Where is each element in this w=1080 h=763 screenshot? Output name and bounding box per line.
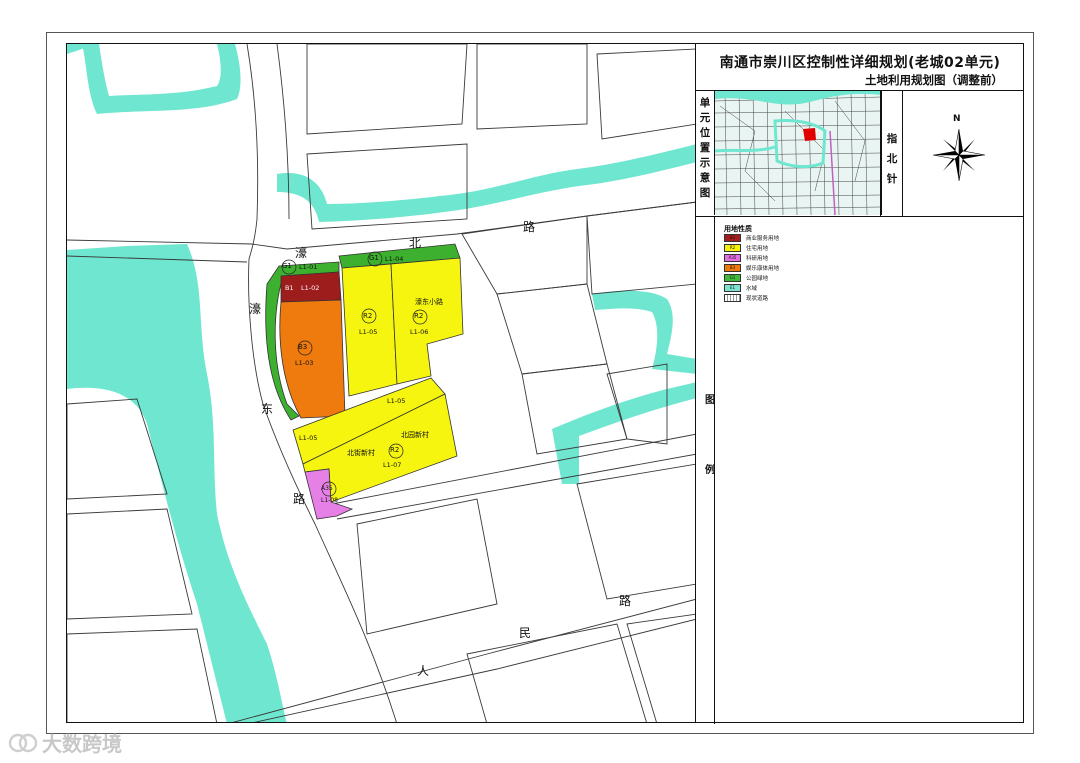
parcel-id-r2-07: L1-07	[383, 461, 402, 469]
legend-item-label: 水域	[746, 286, 758, 292]
parcel-id-b1-02: L1-02	[301, 284, 320, 292]
parcel-id-r2-05a: L1-05	[359, 328, 378, 336]
parcel-code-a35-08: A35	[321, 485, 333, 492]
legend-title: 用地性质	[724, 225, 752, 233]
legend-item: E1 水域	[724, 284, 757, 292]
parcel-id-l1-05c: L1-05	[299, 434, 318, 442]
legend-item: 现状道路	[724, 294, 768, 302]
legend-item-label: 住宅用地	[746, 246, 769, 252]
parcel-code-r2-05a: R2	[363, 312, 373, 320]
road-label-haobei-1: 濠	[295, 246, 308, 260]
compass-label: 指北针	[886, 133, 898, 185]
watermark-logo-icon	[8, 733, 38, 752]
legend-item-label: 商业服务用地	[746, 236, 780, 242]
legend-item-label: 娱乐康体用地	[746, 266, 780, 272]
parcel-id-b3-03: L1-03	[295, 359, 314, 367]
watermark-text: 大数跨境	[42, 732, 122, 756]
water-canal-southeast	[552, 382, 695, 484]
parcel-code-g1-04: G1	[369, 254, 379, 262]
legend-item: A35 科研用地	[724, 254, 768, 262]
legend-swatch: R2	[724, 244, 741, 252]
map-canvas	[67, 44, 695, 722]
watermark: 大数跨境	[8, 728, 122, 757]
water-canal-east	[592, 290, 695, 374]
road-label-renmin-3: 人	[417, 664, 430, 678]
water-canal-north	[67, 44, 241, 114]
locator-label: 单元位置示意图	[699, 97, 711, 199]
parcel-id-g1-01: L1-01	[299, 263, 318, 271]
map-subtitle: 土地利用规划图（调整前）	[865, 73, 1003, 87]
road-label-haobei-2: 北	[409, 236, 422, 250]
legend-swatch	[724, 294, 741, 302]
parcel-id-g1-04: L1-04	[385, 255, 404, 263]
legend-item-label: 现状道路	[746, 296, 769, 302]
parcel-code-g1-01: G1	[282, 262, 292, 270]
locator-highlight	[803, 128, 816, 141]
legend-swatch: B3	[724, 264, 741, 272]
legend-item-label: 公园绿地	[746, 276, 769, 282]
parcel-id-r2-06: L1-06	[410, 328, 429, 336]
land-use-parcels	[265, 243, 464, 520]
place-name-beijie-xincun: 北街新村	[347, 449, 375, 457]
parcel-code-b1-02: B1	[285, 284, 294, 292]
parcel-code-r2-07: R2	[390, 446, 400, 454]
road-label-haodong-2: 东	[261, 402, 274, 416]
legend-swatch: E1	[724, 284, 741, 292]
parcel-code-b3-03: B3	[298, 343, 308, 351]
title-block: 南通市崇川区控制性详细规划(老城02单元) 土地利用规划图（调整前） 单元位置示…	[696, 43, 1024, 724]
road-label-renmin-2: 民	[519, 626, 532, 640]
parcel-id-a35-08: L1-08	[321, 497, 338, 504]
legend-item: B3 娱乐康体用地	[724, 264, 779, 272]
unit-location-map[interactable]	[714, 91, 882, 215]
legend-swatch: B1	[724, 234, 741, 242]
locator-divider	[880, 91, 881, 216]
north-label: N	[953, 114, 961, 124]
parcel-r2-06	[390, 257, 464, 385]
legend-label: 图例	[705, 395, 715, 476]
road-label-haodong-3: 路	[293, 492, 306, 506]
legend-item: G1 公园绿地	[724, 274, 768, 282]
compass-divider	[902, 91, 903, 216]
road-label-haodong-1: 濠	[249, 302, 262, 316]
locator-map-canvas	[715, 91, 881, 215]
land-use-map[interactable]: 濠 北 路 濠 东 路 路 民 人 G1 L1-01 B1 L1-02 B3 L…	[66, 43, 696, 723]
legend-item-label: 科研用地	[746, 256, 769, 262]
road-label-renmin-1: 路	[619, 594, 632, 608]
parcel-id-l1-05b: L1-05	[387, 397, 406, 405]
legend-swatch: G1	[724, 274, 741, 282]
legend-item: B1 商业服务用地	[724, 234, 779, 242]
place-name-beiyuan-xincun: 北园新村	[401, 431, 429, 439]
compass-rose-icon	[932, 128, 986, 182]
parcel-code-r2-06: R2	[414, 312, 424, 320]
place-name-haodong-xiaolu: 濠东小路	[415, 298, 443, 306]
legend-item: R2 住宅用地	[724, 244, 768, 252]
legend-top-divider	[696, 216, 1024, 217]
map-title: 南通市崇川区控制性详细规划(老城02单元)	[719, 55, 1001, 71]
legend-swatch: A35	[724, 254, 741, 262]
road-label-haobei-3: 路	[523, 220, 536, 234]
